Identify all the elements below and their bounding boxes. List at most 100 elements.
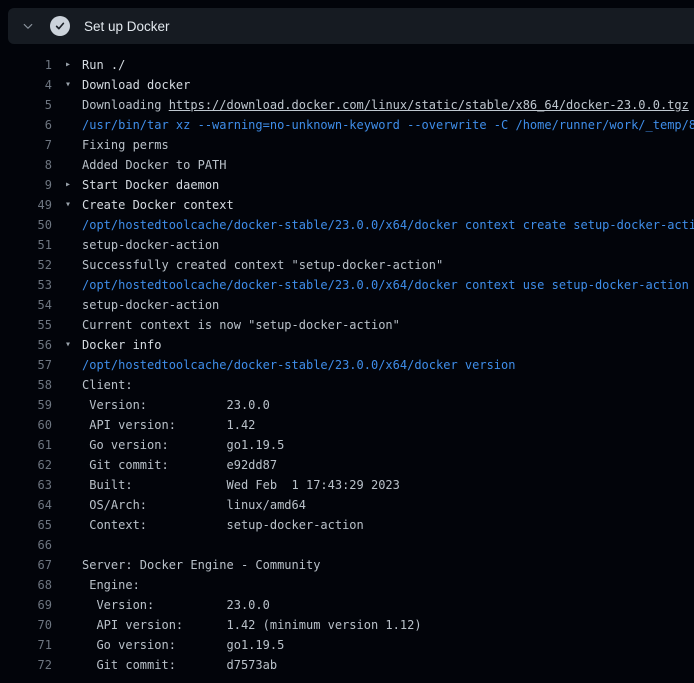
line-number[interactable]: 1 [0,55,52,75]
step-header[interactable]: Set up Docker [8,8,694,44]
log-command-text: /opt/hostedtoolcache/docker-stable/23.0.… [82,215,694,235]
log-text-segment: Built: Wed Feb 1 17:43:29 2023 [82,478,400,492]
log-line: 60 API version: 1.42 [0,415,694,435]
log-line: 7 Fixing perms [0,135,694,155]
log-text: Current context is now "setup-docker-act… [82,315,400,335]
log-line: 52 Successfully created context "setup-do… [0,255,694,275]
triangle-right-icon[interactable]: ▸ [65,175,71,195]
step-success-icon [50,16,70,36]
line-number[interactable]: 6 [0,115,52,135]
log-text: Fixing perms [82,135,169,155]
command-text: /opt/hostedtoolcache/docker-stable/23.0.… [82,278,689,292]
line-number[interactable]: 70 [0,615,52,635]
line-number[interactable]: 60 [0,415,52,435]
log-line: 66 [0,535,694,555]
log-line: 51 setup-docker-action [0,235,694,255]
log-text-segment: setup-docker-action [82,238,219,252]
triangle-right-icon[interactable]: ▸ [65,55,71,75]
log-text-segment: Client: [82,378,133,392]
log-group-header[interactable]: ▾Download docker [82,75,190,95]
line-number[interactable]: 67 [0,555,52,575]
log-text: Git commit: d7573ab [82,655,277,675]
log-text-segment: Go version: go1.19.5 [82,638,284,652]
log-text: API version: 1.42 (minimum version 1.12) [82,615,422,635]
line-number[interactable]: 66 [0,535,52,555]
log-line: 69 Version: 23.0.0 [0,595,694,615]
log-group-header[interactable]: ▾Docker info [82,335,161,355]
log-text-segment: Version: 23.0.0 [82,398,270,412]
line-number[interactable]: 4 [0,75,52,95]
log-line: 55 Current context is now "setup-docker-a… [0,315,694,335]
line-number[interactable]: 72 [0,655,52,675]
log-text: Built: Wed Feb 1 17:43:29 2023 [82,475,400,495]
chevron-down-icon[interactable] [20,18,36,34]
line-number[interactable]: 64 [0,495,52,515]
line-number[interactable]: 58 [0,375,52,395]
line-number[interactable]: 49 [0,195,52,215]
log-text-segment: Downloading [82,98,169,112]
triangle-down-icon[interactable]: ▾ [65,75,71,95]
log-line: 1▸Run ./ [0,55,694,75]
log-command-text: /opt/hostedtoolcache/docker-stable/23.0.… [82,275,689,295]
line-number[interactable]: 56 [0,335,52,355]
command-text: /opt/hostedtoolcache/docker-stable/23.0.… [82,358,515,372]
log-group-header[interactable]: ▾Create Docker context [82,195,234,215]
log-text-segment: Go version: go1.19.5 [82,438,284,452]
group-title: Create Docker context [82,198,234,212]
command-text: /usr/bin/tar xz --warning=no-unknown-key… [82,118,694,132]
line-number[interactable]: 68 [0,575,52,595]
log-text-segment: setup-docker-action [82,298,219,312]
log-line: 53/opt/hostedtoolcache/docker-stable/23.… [0,275,694,295]
line-number[interactable]: 65 [0,515,52,535]
log-text: Successfully created context "setup-dock… [82,255,443,275]
log-text: Engine: [82,575,140,595]
line-number[interactable]: 55 [0,315,52,335]
log-text-segment: OS/Arch: linux/amd64 [82,498,306,512]
line-number[interactable]: 61 [0,435,52,455]
log-text: Go version: go1.19.5 [82,635,284,655]
line-number[interactable]: 54 [0,295,52,315]
log-text: Added Docker to PATH [82,155,227,175]
log-line: 72 Git commit: d7573ab [0,655,694,675]
line-number[interactable]: 69 [0,595,52,615]
log-line: 65 Context: setup-docker-action [0,515,694,535]
line-number[interactable]: 7 [0,135,52,155]
line-number[interactable]: 9 [0,175,52,195]
line-number[interactable]: 53 [0,275,52,295]
log-text-segment: Engine: [82,578,140,592]
group-title: Download docker [82,78,190,92]
log-line: 4▾Download docker [0,75,694,95]
log-text: Client: [82,375,133,395]
log-group-header[interactable]: ▸Start Docker daemon [82,175,219,195]
log-text: Downloading https://download.docker.com/… [82,95,689,115]
line-number[interactable]: 8 [0,155,52,175]
log-line: 58 Client: [0,375,694,395]
line-number[interactable]: 51 [0,235,52,255]
line-number[interactable]: 50 [0,215,52,235]
line-number[interactable]: 63 [0,475,52,495]
log-line: 62 Git commit: e92dd87 [0,455,694,475]
log-group-header[interactable]: ▸Run ./ [82,55,125,75]
log-text-segment: Added Docker to PATH [82,158,227,172]
line-number[interactable]: 62 [0,455,52,475]
line-number[interactable]: 52 [0,255,52,275]
log-text: Version: 23.0.0 [82,395,270,415]
line-number[interactable]: 57 [0,355,52,375]
log-text: Git commit: e92dd87 [82,455,277,475]
line-number[interactable]: 5 [0,95,52,115]
log-url-link[interactable]: https://download.docker.com/linux/static… [169,98,689,112]
line-number[interactable]: 59 [0,395,52,415]
triangle-down-icon[interactable]: ▾ [65,195,71,215]
log-text-segment: API version: 1.42 [82,418,255,432]
log-line: 6/usr/bin/tar xz --warning=no-unknown-ke… [0,115,694,135]
log-line: 5 Downloading https://download.docker.com… [0,95,694,115]
log-line: 57/opt/hostedtoolcache/docker-stable/23.… [0,355,694,375]
group-title: Run ./ [82,58,125,72]
line-number[interactable]: 71 [0,635,52,655]
log-line: 49▾Create Docker context [0,195,694,215]
log-text: Context: setup-docker-action [82,515,364,535]
group-title: Start Docker daemon [82,178,219,192]
log-text: API version: 1.42 [82,415,255,435]
log-text: Go version: go1.19.5 [82,435,284,455]
triangle-down-icon[interactable]: ▾ [65,335,71,355]
